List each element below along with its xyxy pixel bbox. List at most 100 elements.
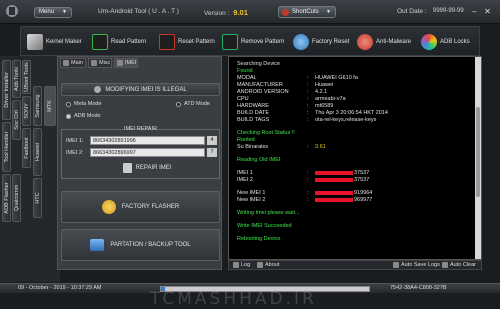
tab-tool-handler[interactable]: Tool Handler — [2, 122, 11, 172]
imei2-row: IMEI 2: 86634302896997 7 — [66, 148, 217, 157]
console-key: MANUFACTURER — [237, 82, 283, 88]
redacted-bar — [315, 170, 353, 175]
console-key: New IMEI 1 — [237, 190, 266, 196]
console-sep: : — [307, 197, 309, 203]
console-sep: : — [307, 177, 309, 183]
console-value: HUAWEI G610 fa — [315, 75, 358, 81]
reset-pattern-icon — [159, 34, 175, 50]
modifying-imei-button[interactable]: MODIFYING IMEI IS ILLEGAL — [61, 83, 220, 96]
console-line: Checking Root Status !! — [237, 130, 295, 136]
factory-reset-button[interactable]: Factory Reset — [293, 27, 349, 57]
anti-malware-button[interactable]: Anti-Malware — [357, 27, 411, 57]
console-value: armeabi-v7a — [315, 96, 346, 102]
tab-fastboot[interactable]: Fastboot — [22, 128, 31, 168]
adb-mode-radio[interactable]: ADB Mode — [66, 113, 101, 119]
console-line: Write IMEI Succeeded — [237, 223, 292, 229]
console-line: Searching Device — [237, 61, 281, 67]
redacted-bar — [315, 177, 353, 182]
kernel-maker-button[interactable]: Kernel Maker — [27, 27, 82, 57]
menu-label: Menu — [39, 9, 55, 15]
shortcuts-button[interactable]: ShortCuts ▼ — [278, 6, 336, 18]
console-line: Su Binaraies:3.61 — [237, 144, 326, 150]
tab-mtk[interactable]: MTK — [44, 86, 56, 126]
console-value: 3.61 — [315, 144, 326, 150]
console-key: IMEI 2 — [237, 177, 253, 183]
tab-adb-tools[interactable]: Adb Tools — [12, 60, 21, 98]
tab-qualcomm[interactable]: Qualcomm — [12, 174, 21, 222]
tab-sony[interactable]: SONY — [22, 96, 31, 126]
reset-pattern-button[interactable]: Reset Pattern — [159, 27, 215, 57]
scroll-thumb[interactable] — [476, 107, 480, 197]
status-datetime: 09 - October - 2019 - 10:37:29 AM — [18, 285, 102, 291]
tab-main[interactable]: Main — [60, 58, 86, 68]
device-id: 7542-38A4-C808-327B — [390, 285, 447, 291]
misc-icon — [91, 60, 97, 66]
console-sep: : — [307, 103, 309, 109]
version-value: 9.01 — [233, 8, 248, 17]
console-sep: : — [307, 144, 309, 150]
console-line: Rebooting Device — [237, 236, 281, 242]
tab-huawei[interactable]: Huawei — [33, 128, 42, 176]
read-pattern-button[interactable]: Read Pattern — [92, 27, 146, 57]
console-value: ota-rel-keys,release-keys — [315, 117, 377, 123]
console-line: Found — [237, 68, 253, 74]
meta-mode-radio[interactable]: Meta Mode — [66, 101, 102, 107]
minimize-icon[interactable]: – — [470, 7, 479, 16]
outdate-label: Out Date : — [397, 8, 427, 15]
tab-adb-flasher[interactable]: ADB Flasher — [2, 174, 11, 222]
phone-icon — [122, 163, 132, 173]
factory-flasher-button[interactable]: FACTORY FLASHER — [61, 191, 220, 223]
console-key: IMEI 1 — [237, 170, 253, 176]
console-line: IMEI 2:37537 — [237, 177, 369, 183]
tab-uboot-tools[interactable]: UBoot Tools — [22, 60, 31, 94]
console-line: Reading Old IMEI — [237, 157, 281, 163]
log-bar: Log About Auto Save Logs Auto Clear — [228, 260, 482, 270]
shortcuts-icon — [282, 9, 289, 16]
imei2-input[interactable]: 86634302896997 — [90, 148, 205, 157]
about-icon — [257, 262, 263, 268]
auto-save-logs-toggle[interactable]: Auto Save Logs — [393, 262, 440, 268]
app-title: Um-Android Tool ( U . A . T ) — [98, 8, 179, 15]
remove-pattern-icon — [222, 34, 238, 50]
tab-soc-ctrl[interactable]: Soc Ctrl — [12, 100, 21, 140]
console-line: BUILD DATE: Thu Apr 3 20:06:54 HKT 2014 — [237, 110, 388, 116]
tab-driver-installer[interactable]: Driver Installer — [2, 60, 11, 120]
atd-mode-radio[interactable]: ATD Mode — [176, 101, 210, 107]
adb-locks-button[interactable]: ADB Locks — [421, 27, 470, 57]
tab-samsung[interactable]: Samsung — [33, 86, 42, 126]
tab-imei[interactable]: IMEI — [114, 58, 138, 68]
console-line: Writing Imei please wait... — [237, 210, 300, 216]
console-scrollbar[interactable] — [475, 57, 481, 259]
close-icon[interactable]: ✕ — [483, 7, 492, 16]
log-button[interactable]: Log — [233, 262, 250, 268]
console-line: MANUFACTURER: Huawei — [237, 82, 333, 88]
console-value: 37537 — [315, 177, 369, 183]
watermark-text: TCMASHHAD.IR — [150, 289, 317, 309]
console-key: HARDWARE — [237, 103, 269, 109]
vertical-tab-strip: Driver Installer Adb Tools UBoot Tools T… — [0, 56, 60, 282]
console-sep: : — [307, 96, 309, 102]
console-sep: : — [307, 190, 309, 196]
about-button[interactable]: About — [257, 262, 279, 268]
home-icon — [63, 60, 69, 66]
partition-backup-button[interactable]: PARTATION / BACKUP TOOL — [61, 229, 220, 261]
console-key: ANDROID VERSION — [237, 89, 289, 95]
chevron-down-icon: ▼ — [326, 9, 331, 15]
log-icon — [233, 262, 239, 268]
remove-pattern-button[interactable]: Remove Pattern — [222, 27, 284, 57]
subtab-bar: Main Misc IMEI — [58, 57, 221, 69]
menu-button[interactable]: Menu ▼ — [34, 7, 72, 18]
console-key: MODAL — [237, 75, 257, 81]
tab-htc[interactable]: HTC — [33, 178, 42, 218]
title-bar: Menu ▼ Um-Android Tool ( U . A . T ) Ver… — [0, 0, 500, 24]
auto-clear-toggle[interactable]: Auto Clear — [442, 262, 476, 268]
tab-misc[interactable]: Misc — [88, 58, 112, 68]
imei1-row: IMEI 1: 86634302891996 4 — [66, 136, 217, 145]
log-console: Searching Device Found MODAL: HUAWEI G610 f… — [228, 56, 482, 260]
console-line: Rooted — [237, 137, 255, 143]
imei1-input[interactable]: 86634302891996 — [90, 136, 205, 145]
checkbox-icon — [442, 262, 448, 268]
imei-icon — [117, 60, 123, 66]
repair-imei-button[interactable]: REPAIR IMEI — [117, 161, 177, 175]
imei-repair-title: IMEI REPAIR — [124, 126, 157, 132]
